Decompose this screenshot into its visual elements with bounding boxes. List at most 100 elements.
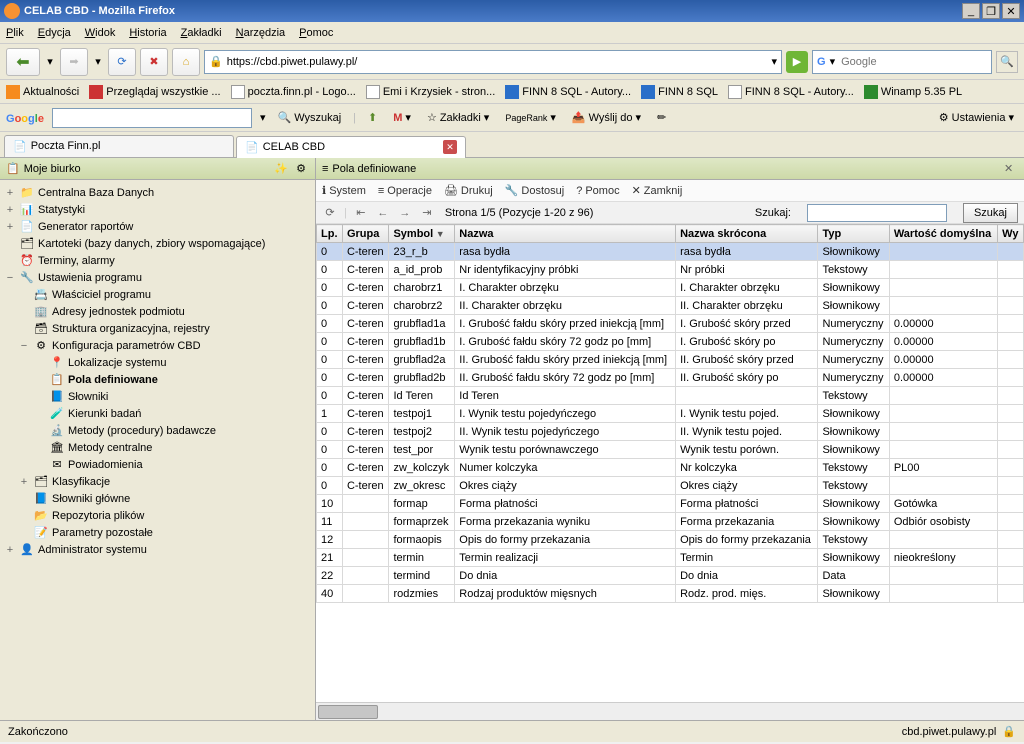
column-header[interactable]: Wartość domyślna bbox=[889, 225, 997, 243]
google-settings-button[interactable]: ⚙ Ustawienia▾ bbox=[935, 111, 1018, 124]
pager-next-button[interactable]: → bbox=[397, 205, 413, 221]
table-row[interactable]: 22termindDo dniaDo dniaData bbox=[317, 567, 1024, 585]
data-grid[interactable]: Lp.GrupaSymbolNazwaNazwa skróconaTypWart… bbox=[316, 224, 1024, 702]
table-row[interactable]: 1C-terentestpoj1I. Wynik testu pojedyńcz… bbox=[317, 405, 1024, 423]
search-go-button[interactable]: 🔍 bbox=[996, 51, 1018, 73]
pager-refresh-button[interactable]: ⟳ bbox=[322, 205, 338, 221]
toolbar-dostosuj-button[interactable]: 🔧Dostosuj bbox=[505, 184, 565, 197]
table-row[interactable]: 0C-terentest_porWynik testu porównawczeg… bbox=[317, 441, 1024, 459]
toolbar-zamknij-button[interactable]: ✕Zamknij bbox=[632, 184, 683, 197]
tree-item[interactable]: +📊Statystyki bbox=[0, 201, 315, 218]
pager-first-button[interactable]: ⇤ bbox=[353, 205, 369, 221]
table-row[interactable]: 11formaprzekForma przekazania wynikuForm… bbox=[317, 513, 1024, 531]
search-input[interactable] bbox=[839, 55, 987, 69]
google-search-dropdown[interactable]: ▾ bbox=[260, 111, 266, 124]
grid-search-button[interactable]: Szukaj bbox=[963, 203, 1018, 223]
tree-expand-icon[interactable]: + bbox=[4, 187, 16, 199]
table-row[interactable]: 0C-terengrubflad2aII. Grubość fałdu skór… bbox=[317, 351, 1024, 369]
tree-item[interactable]: 📇Właściciel programu bbox=[0, 286, 315, 303]
url-bar[interactable]: 🔒 https://cbd.piwet.pulawy.pl/ ▾ bbox=[204, 50, 782, 74]
menu-zakładki[interactable]: Zakładki bbox=[181, 27, 222, 39]
menu-plik[interactable]: Plik bbox=[6, 27, 24, 39]
table-row[interactable]: 12formaopisOpis do formy przekazaniaOpis… bbox=[317, 531, 1024, 549]
tree-item[interactable]: 🏢Adresy jednostek podmiotu bbox=[0, 303, 315, 320]
column-header[interactable]: Lp. bbox=[317, 225, 343, 243]
google-highlight-button[interactable]: ✏ bbox=[653, 111, 670, 124]
content-close-button[interactable]: ✕ bbox=[1004, 162, 1018, 176]
tree-item[interactable]: 📘Słowniki bbox=[0, 388, 315, 405]
close-button[interactable]: ✕ bbox=[1002, 3, 1020, 19]
bookmark-item[interactable]: Przeglądaj wszystkie ... bbox=[89, 85, 220, 99]
sidebar-tool-wand-icon[interactable]: ✨ bbox=[273, 161, 289, 177]
grid-search-input[interactable] bbox=[807, 204, 947, 222]
table-row[interactable]: 0C-terencharobrz2II. Charakter obrzękuII… bbox=[317, 297, 1024, 315]
google-pagerank-button[interactable]: PageRank ▾ bbox=[501, 111, 560, 124]
sidebar-tool-gear-icon[interactable]: ⚙ bbox=[293, 161, 309, 177]
menu-historia[interactable]: Historia bbox=[129, 27, 166, 39]
menu-narzędzia[interactable]: Narzędzia bbox=[236, 27, 286, 39]
table-row[interactable]: 0C-terenId TerenId TerenTekstowy bbox=[317, 387, 1024, 405]
restore-button[interactable]: ❐ bbox=[982, 3, 1000, 19]
pager-last-button[interactable]: ⇥ bbox=[419, 205, 435, 221]
url-dropdown-icon[interactable]: ▾ bbox=[771, 55, 777, 68]
forward-button[interactable]: ➡ bbox=[60, 48, 88, 76]
tree-item[interactable]: 🏛Metody centralne bbox=[0, 439, 315, 456]
tree-item[interactable]: ✉Powiadomienia bbox=[0, 456, 315, 473]
back-button[interactable]: ⬅ bbox=[6, 48, 40, 76]
google-news-button[interactable]: ⬆ bbox=[364, 111, 381, 124]
tree-item[interactable]: 📂Repozytoria plików bbox=[0, 507, 315, 524]
tree-expand-icon[interactable]: + bbox=[4, 204, 16, 216]
bookmark-item[interactable]: Winamp 5.35 PL bbox=[864, 85, 962, 99]
menu-pomoc[interactable]: Pomoc bbox=[299, 27, 333, 39]
google-bookmarks-button[interactable]: ☆ Zakładki▾ bbox=[423, 111, 493, 124]
horizontal-scrollbar[interactable] bbox=[316, 702, 1024, 720]
menu-widok[interactable]: Widok bbox=[85, 27, 116, 39]
home-button[interactable]: ⌂ bbox=[172, 48, 200, 76]
table-row[interactable]: 0C-terencharobrz1I. Charakter obrzękuI. … bbox=[317, 279, 1024, 297]
column-header[interactable]: Nazwa bbox=[455, 225, 676, 243]
table-row[interactable]: 10formapForma płatnościForma płatnościSł… bbox=[317, 495, 1024, 513]
table-row[interactable]: 0C-terengrubflad2bII. Grubość fałdu skór… bbox=[317, 369, 1024, 387]
google-send-button[interactable]: 📤 Wyślij do▾ bbox=[568, 111, 645, 124]
go-button[interactable]: ▶ bbox=[786, 51, 808, 73]
google-gmail-button[interactable]: M ▾ bbox=[389, 111, 415, 124]
table-row[interactable]: 0C-terengrubflad1bI. Grubość fałdu skóry… bbox=[317, 333, 1024, 351]
toolbar-pomoc-button[interactable]: ?Pomoc bbox=[576, 185, 619, 197]
pager-prev-button[interactable]: ← bbox=[375, 205, 391, 221]
tree-item[interactable]: 📋Pola definiowane bbox=[0, 371, 315, 388]
back-dropdown[interactable]: ▾ bbox=[44, 55, 56, 68]
tree-expand-icon[interactable]: − bbox=[18, 340, 30, 352]
table-row[interactable]: 0C-terengrubflad1aI. Grubość fałdu skóry… bbox=[317, 315, 1024, 333]
tree-expand-icon[interactable]: − bbox=[4, 272, 16, 284]
bookmark-item[interactable]: FINN 8 SQL - Autory... bbox=[505, 85, 631, 99]
bookmark-item[interactable]: FINN 8 SQL bbox=[641, 85, 718, 99]
toolbar-operacje-button[interactable]: ≡Operacje bbox=[378, 185, 432, 197]
column-header[interactable]: Symbol bbox=[389, 225, 455, 243]
table-row[interactable]: 40rodzmiesRodzaj produktów mięsnychRodz.… bbox=[317, 585, 1024, 603]
google-search-button[interactable]: 🔍 Wyszukaj bbox=[273, 111, 345, 124]
menu-edycja[interactable]: Edycja bbox=[38, 27, 71, 39]
browser-tab[interactable]: 📄Poczta Finn.pl bbox=[4, 135, 234, 157]
tree-expand-icon[interactable]: + bbox=[18, 476, 30, 488]
tree-item[interactable]: 🔬Metody (procedury) badawcze bbox=[0, 422, 315, 439]
bookmark-item[interactable]: Emi i Krzysiek - stron... bbox=[366, 85, 495, 99]
table-row[interactable]: 0C-terenzw_okrescOkres ciążyOkres ciążyT… bbox=[317, 477, 1024, 495]
bookmark-item[interactable]: Aktualności bbox=[6, 85, 79, 99]
table-row[interactable]: 0C-terentestpoj2II. Wynik testu pojedyńc… bbox=[317, 423, 1024, 441]
tree-item[interactable]: 📘Słowniki główne bbox=[0, 490, 315, 507]
tree-item[interactable]: ⏰Terminy, alarmy bbox=[0, 252, 315, 269]
tree-item[interactable]: +👤Administrator systemu bbox=[0, 541, 315, 558]
column-header[interactable]: Nazwa skrócona bbox=[676, 225, 818, 243]
table-row[interactable]: 0C-teren23_r_brasa bydłarasa bydłaSłowni… bbox=[317, 243, 1024, 261]
tree-expand-icon[interactable]: + bbox=[4, 221, 16, 233]
scrollbar-thumb[interactable] bbox=[318, 705, 378, 719]
search-box[interactable]: G▾ bbox=[812, 50, 992, 74]
tree-item[interactable]: 🗃Struktura organizacyjna, rejestry bbox=[0, 320, 315, 337]
tree-item[interactable]: −⚙Konfiguracja parametrów CBD bbox=[0, 337, 315, 354]
google-search-input[interactable] bbox=[52, 108, 252, 128]
tree-item[interactable]: +📁Centralna Baza Danych bbox=[0, 184, 315, 201]
tree-item[interactable]: 📍Lokalizacje systemu bbox=[0, 354, 315, 371]
table-row[interactable]: 21terminTermin realizacjiTerminSłownikow… bbox=[317, 549, 1024, 567]
column-header[interactable]: Typ bbox=[818, 225, 889, 243]
tree-item[interactable]: 🧪Kierunki badań bbox=[0, 405, 315, 422]
